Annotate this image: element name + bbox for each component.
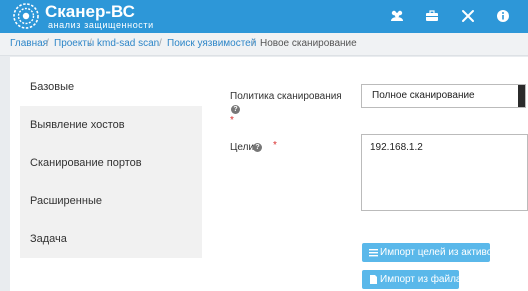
breadcrumb-link-home[interactable]: Главная xyxy=(10,33,48,55)
tab-label: Базовые xyxy=(30,81,75,93)
scan-policy-select[interactable]: Полное сканирование xyxy=(361,84,526,108)
button-label: Импорт из файла xyxy=(380,274,462,285)
help-icon[interactable]: ? xyxy=(253,143,262,152)
targets-label: Цели xyxy=(230,142,255,153)
breadcrumb-link-project[interactable]: kmd-sad scan xyxy=(97,33,159,55)
tab-host-discovery[interactable]: Выявление хостов xyxy=(20,106,202,144)
breadcrumb-link-vuln-search[interactable]: Поиск уязвимостей xyxy=(167,33,256,55)
tools-icon[interactable] xyxy=(461,9,475,23)
brand-tagline: анализ защищенности xyxy=(48,20,154,30)
help-icon[interactable]: ? xyxy=(231,105,240,114)
tab-task[interactable]: Задача xyxy=(20,220,202,258)
breadcrumb-separator: / xyxy=(252,38,255,49)
tab-basic[interactable]: Базовые xyxy=(20,68,202,106)
tab-label: Задача xyxy=(30,233,67,245)
required-mark: * xyxy=(230,115,234,126)
users-icon[interactable] xyxy=(390,9,404,23)
required-mark: * xyxy=(273,140,277,151)
top-navbar: Сканер-ВС анализ защищенности xyxy=(0,0,528,33)
tab-label: Выявление хостов xyxy=(30,119,125,131)
tab-label: Сканирование портов xyxy=(30,157,142,169)
breadcrumb: Главная / Проекты / kmd-sad scan / Поиск… xyxy=(0,33,528,56)
dropdown-arrow-icon xyxy=(518,85,525,107)
settings-tabs: Базовые Выявление хостов Сканирование по… xyxy=(20,68,202,258)
policy-label: Политика сканирования xyxy=(230,91,342,102)
list-icon xyxy=(369,249,378,257)
tab-advanced[interactable]: Расширенные xyxy=(20,182,202,220)
breadcrumb-separator: / xyxy=(89,38,92,49)
breadcrumb-separator: / xyxy=(46,38,49,49)
targets-textarea[interactable]: 192.168.1.2 xyxy=(361,134,528,211)
breadcrumb-separator: / xyxy=(159,38,162,49)
button-label: Импорт целей из активов xyxy=(380,247,498,258)
scan-policy-value: Полное сканирование xyxy=(372,90,475,101)
file-icon xyxy=(370,275,377,284)
import-from-assets-button[interactable]: Импорт целей из активов xyxy=(362,243,498,262)
briefcase-icon[interactable] xyxy=(425,9,439,23)
tab-port-scan[interactable]: Сканирование портов xyxy=(20,144,202,182)
scanner-logo-icon xyxy=(13,3,39,29)
tab-label: Расширенные xyxy=(30,195,102,207)
brand-name: Сканер-ВС xyxy=(45,2,135,21)
info-icon[interactable] xyxy=(496,9,510,23)
breadcrumb-current: Новое сканирование xyxy=(260,38,357,49)
import-from-file-button[interactable]: Импорт из файла xyxy=(362,270,462,289)
targets-value: 192.168.1.2 xyxy=(370,142,423,153)
